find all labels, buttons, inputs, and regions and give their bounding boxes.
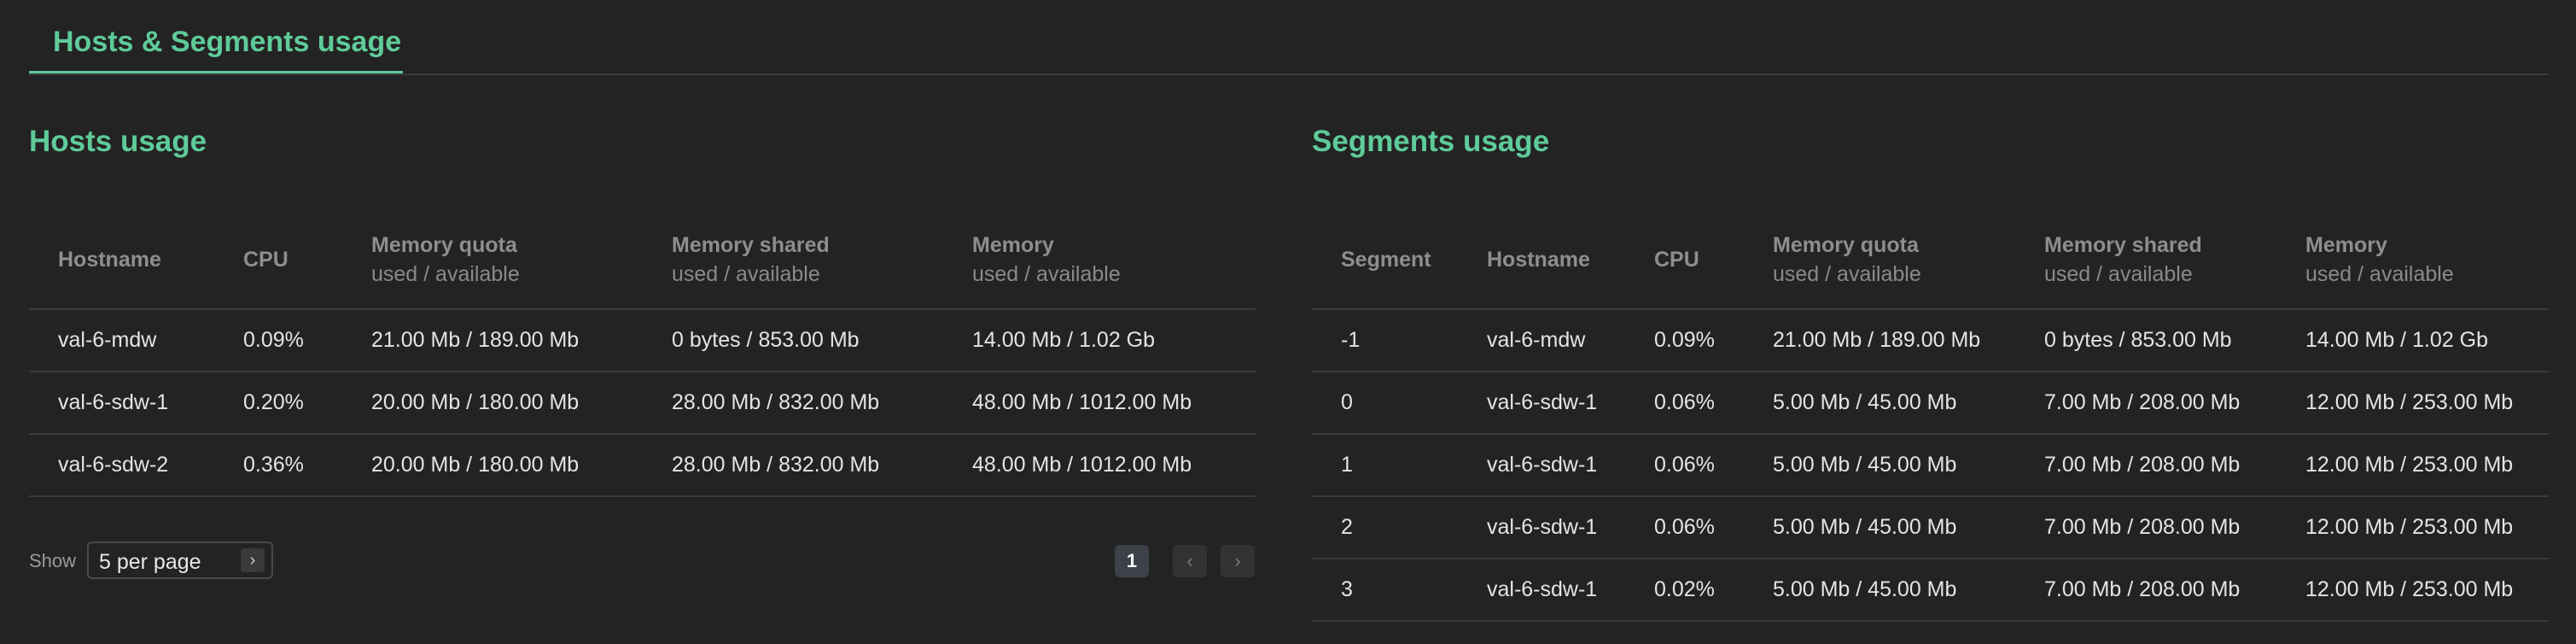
table-cell: val-6-sdw-2	[29, 434, 214, 497]
page-button-1[interactable]: 1	[1115, 545, 1149, 577]
column-header: Segment	[1312, 211, 1458, 310]
table-cell: val-6-mdw	[29, 309, 214, 372]
column-header-label: Hostname	[1487, 248, 1590, 272]
tab-hosts-segments-usage[interactable]: Hosts & Segments usage	[29, 0, 403, 73]
table-cell: -1	[1312, 309, 1458, 372]
column-header: Hostname	[1458, 211, 1625, 310]
table-cell: 7.00 Mb / 208.00 Mb	[2015, 496, 2276, 559]
column-header: Memory quota used / available	[342, 211, 643, 310]
table-row: val-6-sdw-1 0.20% 20.00 Mb / 180.00 Mb 28.0…	[29, 372, 1256, 435]
table-cell: 0.36%	[214, 434, 342, 497]
table-cell: val-6-sdw-1	[29, 372, 214, 435]
column-header-sublabel: used / available	[371, 262, 520, 286]
column-header-label: Memory quota	[371, 233, 517, 257]
segments-table: Segment Hostname CPU Memory quota used / ava…	[1312, 211, 2549, 622]
table-cell: 28.00 Mb / 832.00 Mb	[643, 372, 943, 435]
chevron-left-icon[interactable]: ‹	[1173, 545, 1207, 577]
column-header-label: Memory shared	[672, 233, 830, 257]
column-header: Memory quota used / available	[1744, 211, 2015, 310]
column-header: CPU	[214, 211, 342, 310]
table-cell: 0.02%	[1625, 559, 1744, 622]
column-header-label: CPU	[1654, 248, 1699, 272]
table-cell: 1	[1312, 434, 1458, 497]
table-cell: 0.06%	[1625, 496, 1744, 559]
table-cell: val-6-sdw-1	[1458, 559, 1625, 622]
table-cell: 14.00 Mb / 1.02 Gb	[2276, 309, 2549, 372]
table-cell: 48.00 Mb / 1012.00 Mb	[943, 434, 1256, 497]
column-header-sublabel: used / available	[2044, 262, 2193, 286]
table-cell: 20.00 Mb / 180.00 Mb	[342, 434, 643, 497]
table-cell: 14.00 Mb / 1.02 Gb	[943, 309, 1256, 372]
table-row: 3 val-6-sdw-1 0.02% 5.00 Mb / 45.00 Mb 7.00 …	[1312, 559, 2549, 622]
column-header-sublabel: used / available	[2305, 262, 2454, 286]
table-cell: 0.20%	[214, 372, 342, 435]
column-header-label: Hostname	[58, 248, 161, 272]
table-cell: 28.00 Mb / 832.00 Mb	[643, 434, 943, 497]
chevron-right-icon[interactable]: ›	[1221, 545, 1255, 577]
tab-label: Hosts & Segments usage	[53, 26, 402, 58]
table-row: 1 val-6-sdw-1 0.06% 5.00 Mb / 45.00 Mb 7.00 …	[1312, 434, 2549, 497]
column-header-label: Memory	[972, 233, 1054, 257]
segments-header-row: Segment Hostname CPU Memory quota used / ava…	[1312, 211, 2549, 310]
show-label: Show	[29, 550, 77, 571]
table-cell: 12.00 Mb / 253.00 Mb	[2276, 559, 2549, 622]
column-header-sublabel: used / available	[1773, 262, 1921, 286]
table-cell: val-6-sdw-1	[1458, 434, 1625, 497]
table-cell: 5.00 Mb / 45.00 Mb	[1744, 372, 2015, 435]
table-cell: 21.00 Mb / 189.00 Mb	[342, 309, 643, 372]
column-header-label: Memory shared	[2044, 233, 2202, 257]
column-header: CPU	[1625, 211, 1744, 310]
column-header-label: Segment	[1341, 248, 1431, 272]
table-cell: 12.00 Mb / 253.00 Mb	[2276, 372, 2549, 435]
table-cell: 7.00 Mb / 208.00 Mb	[2015, 372, 2276, 435]
table-cell: 0	[1312, 372, 1458, 435]
table-cell: val-6-sdw-1	[1458, 496, 1625, 559]
table-cell: 12.00 Mb / 253.00 Mb	[2276, 434, 2549, 497]
hosts-table-body: val-6-mdw 0.09% 21.00 Mb / 189.00 Mb 0 byte…	[29, 309, 1256, 497]
table-cell: 12.00 Mb / 253.00 Mb	[2276, 496, 2549, 559]
column-header-label: Memory quota	[1773, 233, 1919, 257]
table-row: val-6-mdw 0.09% 21.00 Mb / 189.00 Mb 0 byte…	[29, 309, 1256, 372]
column-header-sublabel: used / available	[972, 262, 1121, 286]
chevron-right-icon[interactable]: ›	[241, 548, 265, 572]
table-cell: 7.00 Mb / 208.00 Mb	[2015, 434, 2276, 497]
table-cell: 0.09%	[1625, 309, 1744, 372]
per-page-select[interactable]: 5 per page ›	[87, 542, 273, 579]
table-cell: val-6-sdw-1	[1458, 372, 1625, 435]
table-cell: 0 bytes / 853.00 Mb	[2015, 309, 2276, 372]
hosts-usage-title: Hosts usage	[29, 125, 207, 158]
table-row: -1 val-6-mdw 0.09% 21.00 Mb / 189.00 Mb 0 by…	[1312, 309, 2549, 372]
column-header: Hostname	[29, 211, 214, 310]
table-cell: 2	[1312, 496, 1458, 559]
column-header-sublabel: used / available	[672, 262, 820, 286]
table-cell: 0 bytes / 853.00 Mb	[643, 309, 943, 372]
table-cell: val-6-mdw	[1458, 309, 1625, 372]
per-page-value: 5 per page	[99, 550, 201, 574]
table-row: val-6-sdw-2 0.36% 20.00 Mb / 180.00 Mb 28.0…	[29, 434, 1256, 497]
column-header-label: CPU	[243, 248, 288, 272]
column-header: Memory shared used / available	[2015, 211, 2276, 310]
table-cell: 5.00 Mb / 45.00 Mb	[1744, 496, 2015, 559]
hosts-table: Hostname CPU Memory quota used / available M…	[29, 211, 1256, 497]
table-cell: 5.00 Mb / 45.00 Mb	[1744, 559, 2015, 622]
table-cell: 20.00 Mb / 180.00 Mb	[342, 372, 643, 435]
segments-table-body: -1 val-6-mdw 0.09% 21.00 Mb / 189.00 Mb 0 by…	[1312, 309, 2549, 622]
table-cell: 3	[1312, 559, 1458, 622]
table-cell: 5.00 Mb / 45.00 Mb	[1744, 434, 2015, 497]
column-header: Memory used / available	[943, 211, 1256, 310]
table-cell: 0.06%	[1625, 434, 1744, 497]
tabs-bar: Hosts & Segments usage	[29, 0, 2549, 75]
table-cell: 0.06%	[1625, 372, 1744, 435]
hosts-header-row: Hostname CPU Memory quota used / available M…	[29, 211, 1256, 310]
column-header: Memory shared used / available	[643, 211, 943, 310]
table-cell: 7.00 Mb / 208.00 Mb	[2015, 559, 2276, 622]
table-cell: 48.00 Mb / 1012.00 Mb	[943, 372, 1256, 435]
segments-usage-title: Segments usage	[1312, 125, 1550, 158]
column-header-label: Memory	[2305, 233, 2387, 257]
table-row: 0 val-6-sdw-1 0.06% 5.00 Mb / 45.00 Mb 7.00 …	[1312, 372, 2549, 435]
table-cell: 0.09%	[214, 309, 342, 372]
table-cell: 21.00 Mb / 189.00 Mb	[1744, 309, 2015, 372]
table-row: 2 val-6-sdw-1 0.06% 5.00 Mb / 45.00 Mb 7.00 …	[1312, 496, 2549, 559]
column-header: Memory used / available	[2276, 211, 2549, 310]
